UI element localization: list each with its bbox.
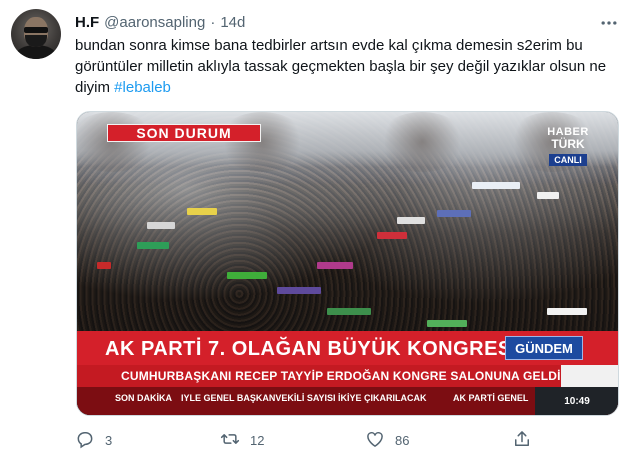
crowd-banner [147, 222, 175, 229]
tweet: H.F @aaronsapling · 14d bundan sonra kim… [0, 0, 635, 457]
crowd-banner [327, 308, 371, 315]
more-icon[interactable] [599, 13, 619, 33]
separator-dot: · [210, 13, 216, 31]
crowd-banner [377, 232, 407, 239]
tree [217, 112, 307, 172]
tweet-header: H.F @aaronsapling · 14d [75, 12, 245, 32]
like-button[interactable]: 86 [365, 428, 409, 452]
author-name[interactable]: H.F [75, 14, 99, 31]
crowd-banner [537, 192, 559, 199]
timestamp[interactable]: 14d [220, 14, 245, 31]
subheadline: CUMHURBAŞKANI RECEP TAYYİP ERDOĞAN KONGR… [121, 369, 561, 383]
tweet-text: bundan sonra kimse bana tedbirler artsın… [75, 35, 623, 98]
retweet-icon [220, 429, 240, 452]
breaking-badge: SON DURUM [107, 124, 261, 142]
author-handle[interactable]: @aaronsapling [104, 14, 205, 31]
crowd-banner [97, 262, 111, 269]
like-count: 86 [395, 432, 410, 448]
avatar-coat [16, 45, 56, 59]
reply-count: 3 [105, 432, 113, 448]
share-button[interactable] [512, 428, 532, 452]
avatar-glasses [24, 27, 48, 33]
ticker-text-2: AK PARTİ GENEL [453, 393, 529, 403]
crowd-banner [472, 182, 520, 189]
crowd-banner [317, 262, 353, 269]
avatar[interactable] [11, 9, 61, 59]
crowd-banner [137, 242, 169, 249]
reply-button[interactable]: 3 [75, 428, 112, 452]
heart-icon [365, 429, 385, 452]
crowd-banner [547, 308, 587, 315]
crowd-banner [427, 320, 467, 327]
action-bar: 3 12 86 [75, 428, 545, 452]
retweet-button[interactable]: 12 [220, 428, 264, 452]
hashtag-link[interactable]: #lebaleb [114, 79, 171, 96]
crowd-banner [227, 272, 267, 279]
live-badge: CANLI [549, 154, 587, 166]
section-badge: GÜNDEM [505, 336, 583, 360]
crowd-banner [397, 217, 425, 224]
share-icon [512, 429, 532, 452]
clock: 10:49 [535, 387, 618, 415]
channel-logo: HABER TÜRK CANLI [538, 126, 598, 172]
logo-line2: TÜRK [551, 137, 585, 151]
ticker-text: IYLE GENEL BAŞKANVEKİLİ SAYISI İKİYE ÇIK… [181, 393, 427, 403]
crowd-banner [187, 208, 217, 215]
retweet-count: 12 [250, 432, 265, 448]
reply-icon [75, 429, 95, 452]
headline: AK PARTİ 7. OLAĞAN BÜYÜK KONGRESİ [105, 338, 518, 360]
tweet-media[interactable]: SON DURUM HABER TÜRK CANLI AK PARTİ 7. O… [76, 111, 619, 416]
tree [377, 112, 467, 172]
ticker-label: SON DAKİKA [115, 393, 173, 403]
crowd-banner [277, 287, 321, 294]
crowd-banner [437, 210, 471, 217]
